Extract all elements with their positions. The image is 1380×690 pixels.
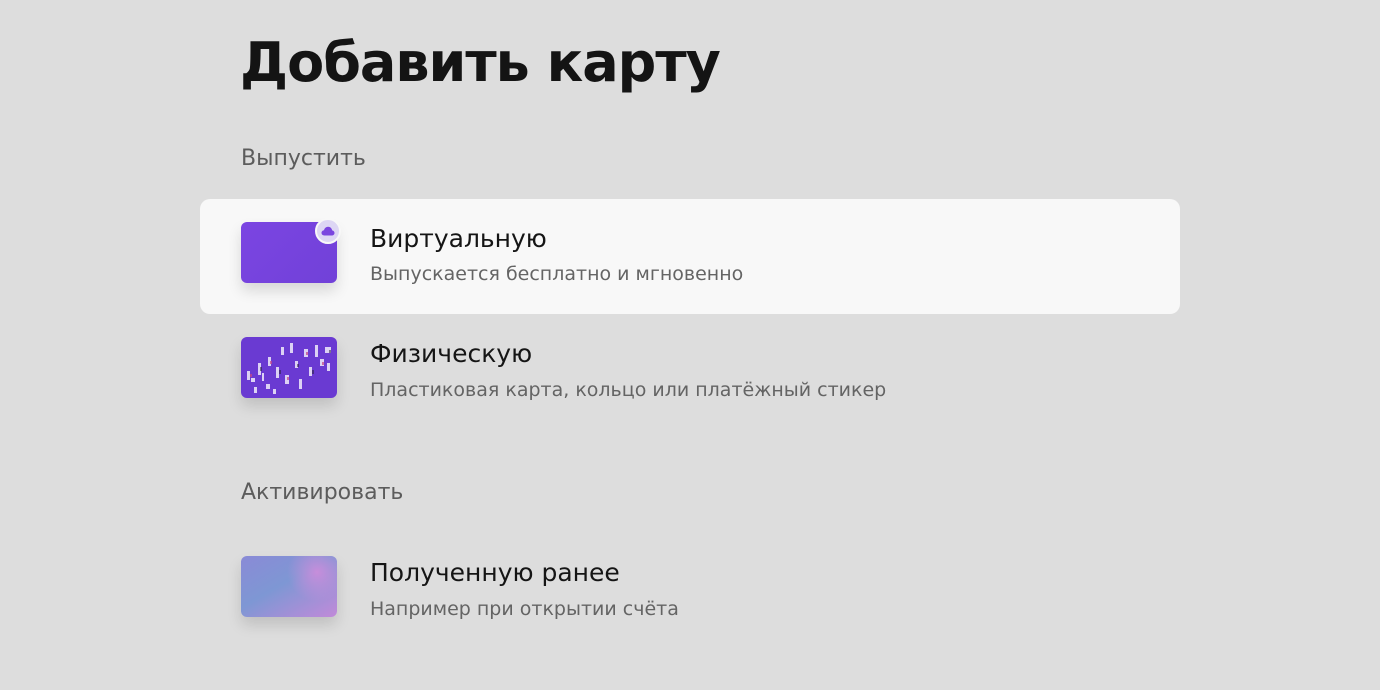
section-label-activate: Активировать [241,480,404,505]
option-title: Виртуальную [370,224,547,253]
option-received-card[interactable]: Полученную ранее Например при открытии с… [200,533,1180,648]
option-subtitle: Выпускается бесплатно и мгновенно [370,263,744,285]
section-label-issue: Выпустить [241,146,366,171]
page-title: Добавить карту [240,31,721,94]
option-title: Полученную ранее [370,558,620,587]
option-physical-card[interactable]: Физическую Пластиковая карта, кольцо или… [200,314,1180,429]
physical-card-thumbnail [241,337,337,398]
virtual-card-thumbnail [241,218,341,283]
option-title: Физическую [370,339,533,368]
option-subtitle: Например при открытии счёта [370,598,679,620]
cloud-icon [315,218,341,244]
option-virtual-card[interactable]: Виртуальную Выпускается бесплатно и мгно… [200,199,1180,314]
option-subtitle: Пластиковая карта, кольцо или платёжный … [370,379,887,401]
received-card-thumbnail [241,556,337,617]
